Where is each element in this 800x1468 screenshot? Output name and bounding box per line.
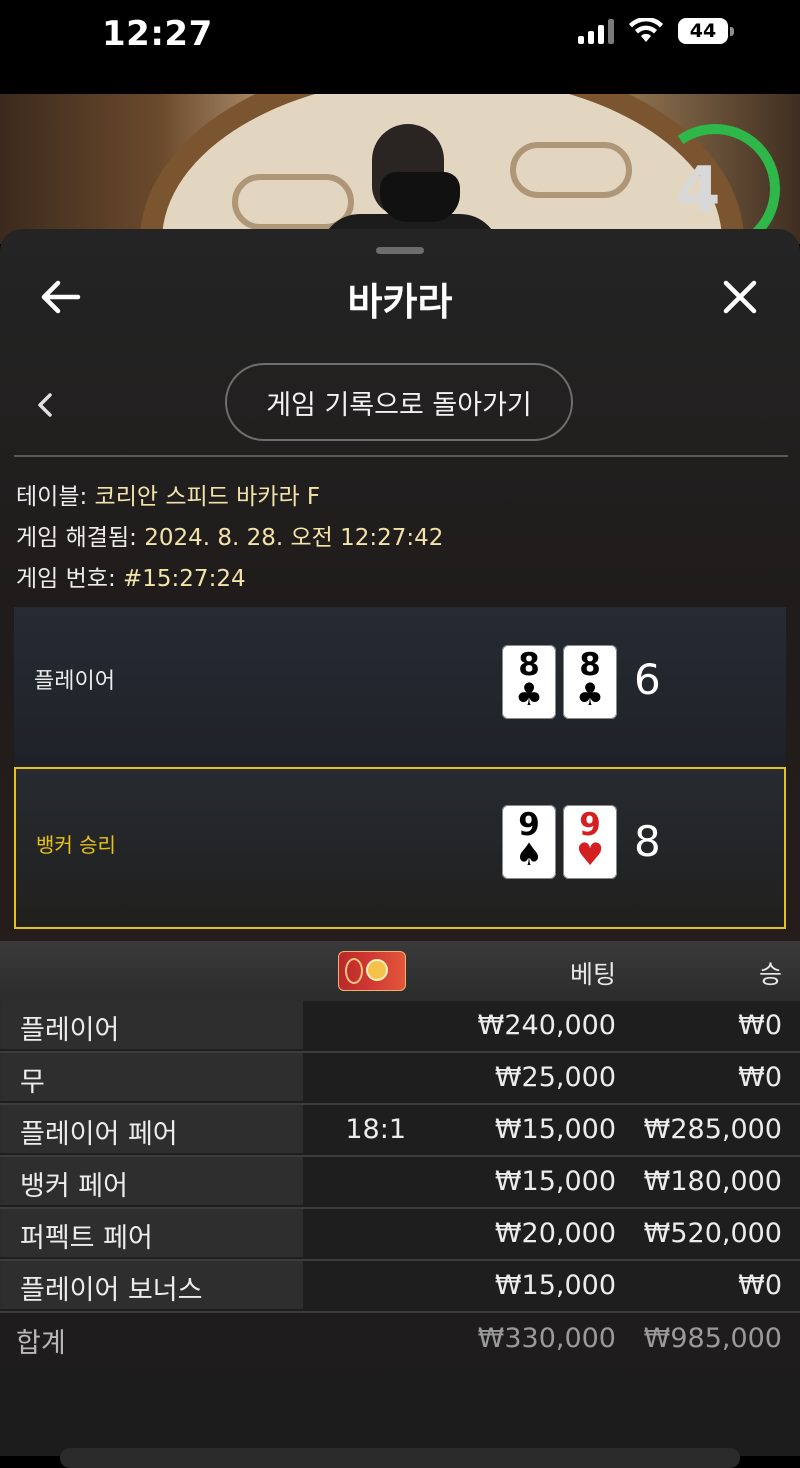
bet-rows: 플레이어 ₩240,000 ₩0 무 ₩25,000 ₩0 플레이어 페어 18:1 ₩15,0… xyxy=(0,1001,800,1313)
player-label: 플레이어 xyxy=(34,669,115,694)
bet-amount: ₩25,000 xyxy=(494,1062,616,1093)
game-detail-sheet: 바카라 게임 기록으로 돌아가기 테이블: 코리안 스피드 바카라 F 게임 해… xyxy=(0,229,800,1456)
win-amount: ₩180,000 xyxy=(643,1166,782,1197)
resolved-info-value: 2024. 8. 28. 오전 12:27:42 xyxy=(144,525,444,551)
club-icon: ♣ xyxy=(576,677,604,713)
game-number-label: 게임 번호: xyxy=(16,566,116,592)
status-icons: 44 xyxy=(578,18,734,44)
wifi-icon xyxy=(629,18,663,42)
win-column-header: 승 xyxy=(758,960,782,989)
bet-amount: ₩15,000 xyxy=(494,1270,616,1301)
win-amount: ₩0 xyxy=(738,1062,782,1093)
status-time: 12:27 xyxy=(102,14,213,54)
table-info-value: 코리안 스피드 바카라 F xyxy=(94,484,321,510)
dealer-mask xyxy=(380,172,460,222)
spade-icon: ♠ xyxy=(515,837,543,873)
bet-name: 무 xyxy=(20,1067,45,1098)
home-area xyxy=(60,1448,740,1468)
bet-name: 플레이어 xyxy=(20,1015,120,1046)
bet-odds: 18:1 xyxy=(345,1114,406,1145)
battery-icon: 44 xyxy=(678,18,734,44)
live-video-feed: 4 xyxy=(0,94,800,244)
bet-amount: ₩15,000 xyxy=(494,1114,616,1145)
sheet-drag-handle[interactable] xyxy=(376,247,424,254)
resolved-info: 게임 해결됨: 2024. 8. 28. 오전 12:27:42 xyxy=(16,518,443,552)
banker-score: 8 xyxy=(634,817,661,866)
player-result-row: 플레이어 8 ♣ 8 ♣ 6 xyxy=(14,607,786,767)
table-row: 퍼펙트 페어 ₩20,000 ₩520,000 xyxy=(0,1209,800,1261)
bonus-chip-icon xyxy=(338,951,406,991)
table-row: 무 ₩25,000 ₩0 xyxy=(0,1053,800,1105)
win-amount: ₩0 xyxy=(738,1270,782,1301)
bet-name: 플레이어 페어 xyxy=(20,1119,178,1150)
total-bet: ₩330,000 xyxy=(477,1323,616,1354)
countdown-timer: 4 xyxy=(676,154,721,228)
battery-level: 44 xyxy=(678,18,728,44)
total-row: 합계 ₩330,000 ₩985,000 xyxy=(0,1313,800,1369)
win-amount: ₩0 xyxy=(738,1010,782,1041)
table-info-label: 테이블: xyxy=(16,484,88,510)
table-header: 베팅 승 xyxy=(0,941,800,1001)
decor-cloud xyxy=(510,142,632,198)
table-row: 플레이어 페어 18:1 ₩15,000 ₩285,000 xyxy=(0,1105,800,1157)
bet-name: 퍼펙트 페어 xyxy=(20,1223,153,1254)
resolved-info-label: 게임 해결됨: xyxy=(16,525,137,551)
bet-amount: ₩15,000 xyxy=(494,1166,616,1197)
status-bar: 12:27 44 xyxy=(0,0,800,94)
win-amount: ₩520,000 xyxy=(643,1218,782,1249)
bet-amount: ₩240,000 xyxy=(477,1010,616,1041)
win-amount: ₩285,000 xyxy=(643,1114,782,1145)
bet-amount: ₩20,000 xyxy=(494,1218,616,1249)
table-row: 뱅커 페어 ₩15,000 ₩180,000 xyxy=(0,1157,800,1209)
bet-name: 플레이어 보너스 xyxy=(20,1275,203,1306)
page-title: 바카라 xyxy=(347,280,453,324)
total-label: 합계 xyxy=(16,1328,66,1359)
banker-result-row: 뱅커 승리 9 ♠ 9 ♥ 8 xyxy=(14,767,786,929)
playing-card: 8 ♣ xyxy=(502,645,556,719)
game-number-info: 게임 번호: #15:27:24 xyxy=(16,559,246,593)
playing-card: 9 ♥ xyxy=(563,805,617,879)
total-win: ₩985,000 xyxy=(643,1323,782,1354)
playing-card: 8 ♣ xyxy=(563,645,617,719)
bet-name-cell xyxy=(0,1053,303,1101)
close-icon[interactable] xyxy=(720,277,760,317)
club-icon: ♣ xyxy=(515,677,543,713)
chevron-left-icon[interactable] xyxy=(32,387,58,423)
table-row: 플레이어 보너스 ₩15,000 ₩0 xyxy=(0,1261,800,1313)
table-info: 테이블: 코리안 스피드 바카라 F xyxy=(16,477,320,511)
divider xyxy=(14,455,788,457)
sheet-header: 바카라 xyxy=(0,259,800,335)
table-row: 플레이어 ₩240,000 ₩0 xyxy=(0,1001,800,1053)
bets-table: 베팅 승 플레이어 ₩240,000 ₩0 무 ₩25,000 ₩0 플레이어 페어 18:1… xyxy=(0,941,800,1369)
bet-name: 뱅커 페어 xyxy=(20,1171,128,1202)
bet-column-header: 베팅 xyxy=(569,960,616,989)
playing-card: 9 ♠ xyxy=(502,805,556,879)
banker-win-label: 뱅커 승리 xyxy=(36,833,116,857)
heart-icon: ♥ xyxy=(576,837,604,873)
back-to-history-button[interactable]: 게임 기록으로 돌아가기 xyxy=(225,363,573,441)
player-score: 6 xyxy=(634,655,661,704)
game-number-value: #15:27:24 xyxy=(123,566,246,592)
cellular-signal-icon xyxy=(578,18,614,44)
